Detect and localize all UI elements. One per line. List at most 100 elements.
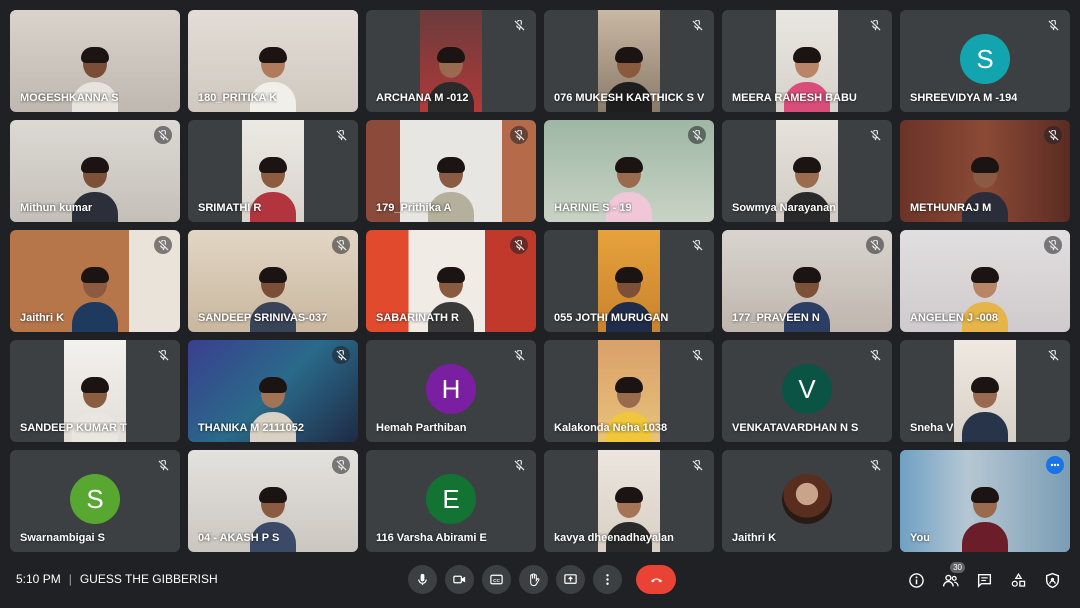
muted-icon [688,16,706,34]
participant-name: Jaithri K [732,532,777,544]
participant-tile[interactable]: 180_PRITIKA K [188,10,358,112]
participant-tile[interactable]: 055 JOTHI MURUGAN [544,230,714,332]
participant-tile[interactable]: kavya dheenadhayalan [544,450,714,552]
participant-name: 177_PRAVEEN N [732,312,820,324]
participant-tile[interactable]: ANGELEN J -008 [900,230,1070,332]
participant-name: 116 Varsha Abirami E [376,532,487,544]
muted-icon [688,236,706,254]
muted-icon [688,456,706,474]
participant-name: 180_PRITIKA K [198,92,278,104]
participant-tile[interactable]: ARCHANA M -012 [366,10,536,112]
participant-tile[interactable]: 076 MUKESH KARTHICK S V [544,10,714,112]
participant-tile[interactable]: 177_PRAVEEN N [722,230,892,332]
participant-name: 055 JOTHI MURUGAN [554,312,669,324]
participant-tile[interactable]: S Swarnambigai S [10,450,180,552]
muted-icon [866,456,884,474]
participant-tile[interactable]: S SHREEVIDYA M -194 [900,10,1070,112]
present-screen-button[interactable] [556,565,585,594]
muted-icon [688,126,706,144]
participant-video [72,267,118,332]
participant-tile[interactable]: METHUNRAJ M [900,120,1070,222]
participant-tile[interactable]: 04 - AKASH P S [188,450,358,552]
muted-icon [1044,236,1062,254]
participant-name: SHREEVIDYA M -194 [910,92,1018,104]
muted-icon [866,126,884,144]
participant-tile[interactable]: SANDEEP KUMAR T [10,340,180,442]
muted-icon [1044,346,1062,364]
participant-name: Sowmya Narayanan [732,202,836,214]
participant-tile[interactable]: THANIKA M 2111052 [188,340,358,442]
participant-tile[interactable]: SRIMATHI R [188,120,358,222]
participant-tile[interactable]: 179_Prithika A [366,120,536,222]
participant-tile[interactable]: Jaithri K [10,230,180,332]
participant-tile[interactable]: H Hemah Parthiban [366,340,536,442]
muted-icon [866,16,884,34]
participant-avatar: S [960,34,1010,84]
participant-name: SANDEEP KUMAR T [20,422,127,434]
microphone-icon [418,573,427,586]
muted-icon [510,126,528,144]
participant-name: Swarnambigai S [20,532,105,544]
participant-avatar: S [70,474,120,524]
end-call-icon [650,578,662,583]
muted-icon [332,456,350,474]
call-controls: CC [408,565,676,594]
participant-avatar: H [426,364,476,414]
captions-button[interactable]: CC [482,565,511,594]
muted-icon [510,16,528,34]
chat-button[interactable] [974,570,994,590]
meeting-title: GUESS THE GIBBERISH [79,572,218,586]
more-options-icon[interactable] [1046,456,1064,474]
muted-icon [332,236,350,254]
participant-tile[interactable]: Sowmya Narayanan [722,120,892,222]
muted-icon [688,346,706,364]
participant-tile[interactable]: V VENKATAVARDHAN N S [722,340,892,442]
raise-hand-icon [530,573,540,587]
participant-video [962,377,1008,442]
participant-name: ANGELEN J -008 [910,312,999,324]
more-options-button[interactable] [593,565,622,594]
host-controls-icon [1045,572,1059,588]
muted-icon [866,346,884,364]
muted-icon [154,456,172,474]
participant-name: SANDEEP SRINIVAS-037 [198,312,328,324]
meeting-details-button[interactable] [906,570,926,590]
participant-tile[interactable]: HARINIE S - 19 [544,120,714,222]
meeting-info: 5:10 PM | GUESS THE GIBBERISH [16,572,218,586]
people-button[interactable]: 30 [940,562,965,590]
host-controls-button[interactable] [1042,570,1062,590]
raise-hand-button[interactable] [519,565,548,594]
participant-avatar: E [426,474,476,524]
people-icon [942,574,959,586]
muted-icon [1044,16,1062,34]
participant-tile[interactable]: Mithun kumar [10,120,180,222]
camera-icon [453,575,466,584]
participant-name: Hemah Parthiban [376,422,467,434]
meeting-toolbar: 5:10 PM | GUESS THE GIBBERISH CC 30 [0,556,1080,608]
muted-icon [332,346,350,364]
participant-tile[interactable]: Kalakonda Neha 1038 [544,340,714,442]
participant-tile[interactable]: E 116 Varsha Abirami E [366,450,536,552]
participant-name: VENKATAVARDHAN N S [732,422,859,434]
participant-tile[interactable]: Jaithri K [722,450,892,552]
activities-button[interactable] [1008,570,1028,590]
chat-icon [977,573,991,588]
self-view-tile[interactable]: You [900,450,1070,552]
participant-avatar [782,474,832,524]
muted-icon [1044,126,1062,144]
participant-name: METHUNRAJ M [910,202,992,214]
microphone-button[interactable] [408,565,437,594]
muted-icon [510,236,528,254]
participant-tile[interactable]: MEERA RAMESH BABU [722,10,892,112]
participant-tile[interactable]: SABARINATH R [366,230,536,332]
present-screen-icon [564,574,577,584]
muted-icon [866,236,884,254]
participant-tile[interactable]: Sneha V [900,340,1070,442]
participant-name: SABARINATH R [376,312,459,324]
participant-name: HARINIE S - 19 [554,202,632,214]
participant-name: You [910,532,930,544]
end-call-button[interactable] [636,565,676,594]
camera-button[interactable] [445,565,474,594]
participant-tile[interactable]: SANDEEP SRINIVAS-037 [188,230,358,332]
participant-tile[interactable]: MOGESHKANNA S [10,10,180,112]
